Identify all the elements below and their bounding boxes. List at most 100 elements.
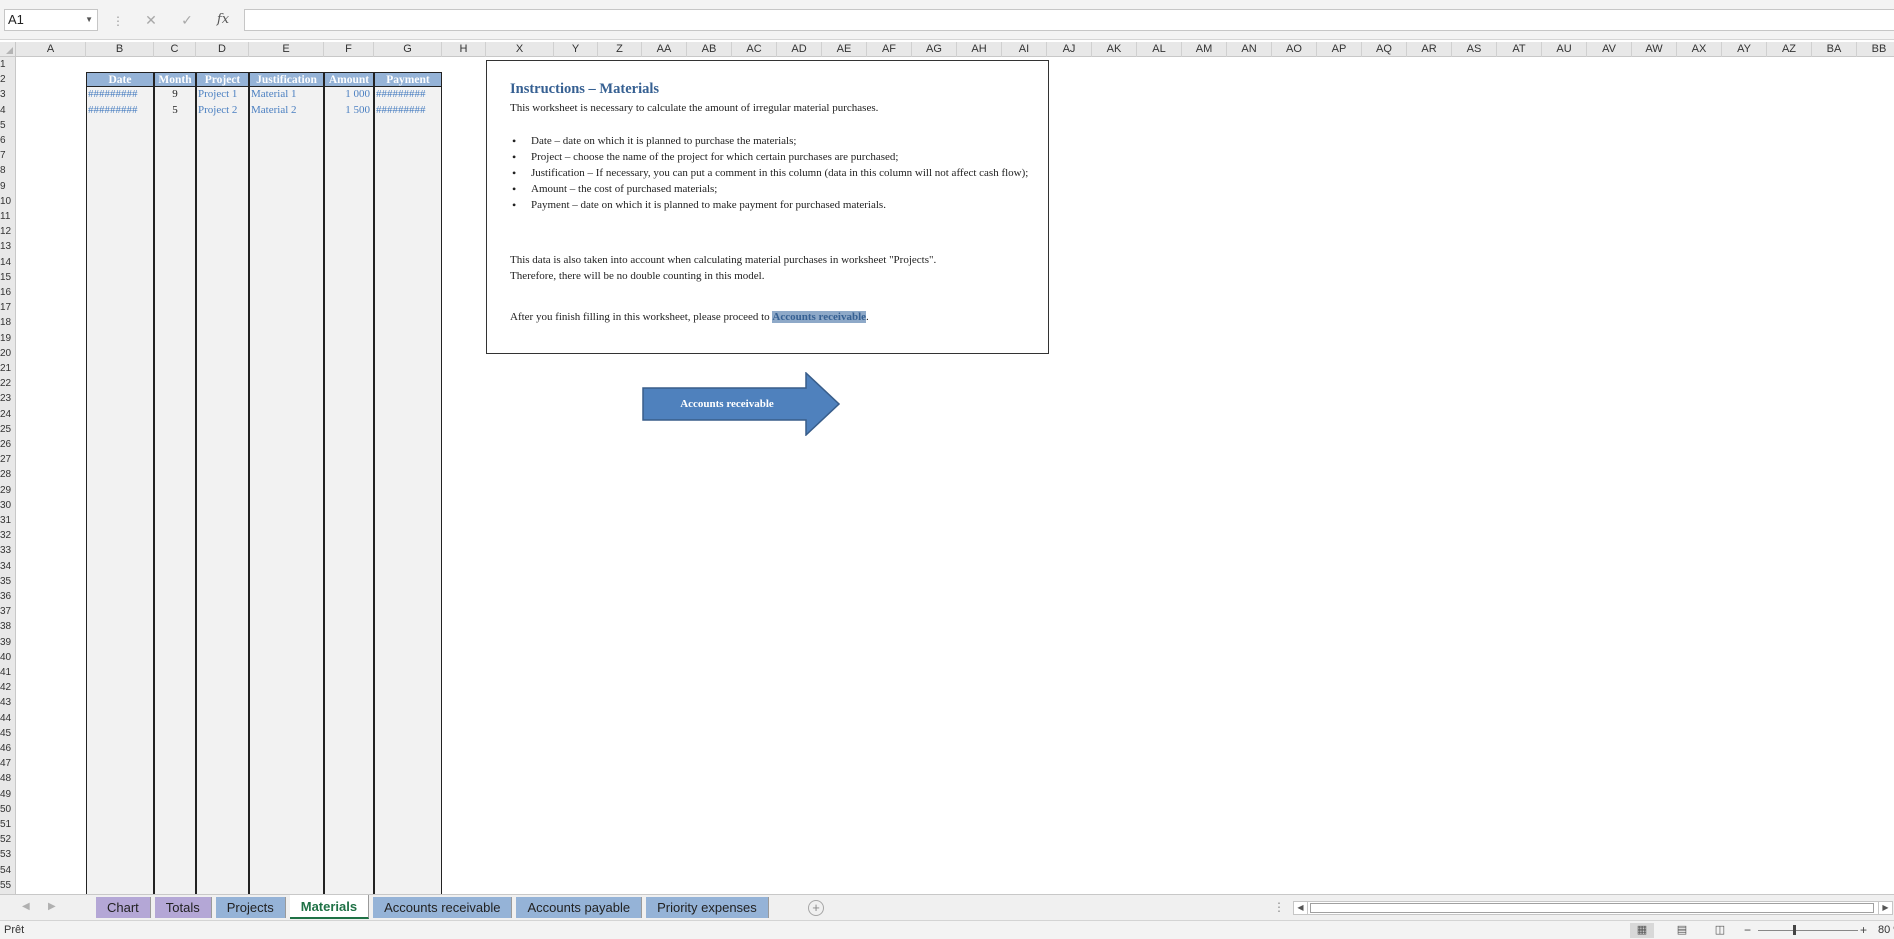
tab-accounts-payable[interactable]: Accounts payable	[516, 897, 643, 918]
row-header[interactable]: 11	[0, 209, 16, 224]
table-cell-date[interactable]: #########	[88, 103, 152, 118]
column-header[interactable]: Z	[598, 42, 642, 57]
column-header[interactable]: BB	[1857, 42, 1894, 57]
row-header[interactable]: 54	[0, 863, 16, 878]
column-header[interactable]: AL	[1137, 42, 1182, 57]
row-header[interactable]: 19	[0, 331, 16, 346]
row-header[interactable]: 23	[0, 391, 16, 406]
column-header[interactable]: C	[154, 42, 196, 57]
row-header[interactable]: 38	[0, 619, 16, 634]
row-header[interactable]: 17	[0, 300, 16, 315]
row-header[interactable]: 32	[0, 528, 16, 543]
row-header[interactable]: 24	[0, 407, 16, 422]
horizontal-scrollbar[interactable]: ◀ ▶	[1293, 901, 1893, 915]
add-sheet-icon[interactable]: +	[808, 900, 824, 916]
chevron-down-icon[interactable]: ▼	[85, 10, 93, 30]
row-header[interactable]: 43	[0, 695, 16, 710]
row-header[interactable]: 7	[0, 148, 16, 163]
table-cell-justification[interactable]: Material 2	[251, 103, 322, 118]
row-header[interactable]: 50	[0, 802, 16, 817]
accounts-receivable-arrow-button[interactable]: Accounts receivable	[642, 372, 840, 436]
column-header[interactable]: AE	[822, 42, 867, 57]
tab-materials[interactable]: Materials	[289, 895, 370, 919]
column-header[interactable]: A	[16, 42, 86, 57]
table-cell-project[interactable]: Project 2	[198, 103, 247, 118]
table-cell-date[interactable]: #########	[88, 87, 152, 102]
column-header[interactable]: AG	[912, 42, 957, 57]
row-header[interactable]: 21	[0, 361, 16, 376]
column-header[interactable]: E	[249, 42, 324, 57]
check-icon[interactable]: ✓	[174, 9, 200, 31]
tab-projects[interactable]: Projects	[215, 897, 286, 918]
row-header[interactable]: 45	[0, 726, 16, 741]
scroll-right-icon[interactable]: ▶	[1878, 902, 1892, 914]
row-header[interactable]: 16	[0, 285, 16, 300]
row-header[interactable]: 8	[0, 163, 16, 178]
row-header[interactable]: 30	[0, 498, 16, 513]
zoom-level[interactable]: 80 %	[1878, 924, 1894, 936]
tab-chart[interactable]: Chart	[96, 897, 151, 918]
column-header[interactable]: AX	[1677, 42, 1722, 57]
row-header[interactable]: 20	[0, 346, 16, 361]
tab-scroll-right-icon[interactable]: ▶	[48, 901, 56, 912]
table-cell-payment[interactable]: #########	[376, 103, 440, 118]
name-box[interactable]: A1 ▼	[4, 9, 98, 31]
select-all-button[interactable]	[0, 42, 16, 57]
column-header[interactable]: AH	[957, 42, 1002, 57]
column-header[interactable]: AD	[777, 42, 822, 57]
row-header[interactable]: 44	[0, 711, 16, 726]
row-header[interactable]: 28	[0, 467, 16, 482]
row-header[interactable]: 53	[0, 847, 16, 862]
tab-totals[interactable]: Totals	[154, 897, 212, 918]
row-header[interactable]: 35	[0, 574, 16, 589]
zoom-in-icon[interactable]: +	[1860, 923, 1867, 937]
page-break-view-icon[interactable]: ◫	[1708, 923, 1732, 938]
row-header[interactable]: 31	[0, 513, 16, 528]
row-header[interactable]: 27	[0, 452, 16, 467]
column-header[interactable]: AM	[1182, 42, 1227, 57]
table-cell-project[interactable]: Project 1	[198, 87, 247, 102]
row-header[interactable]: 33	[0, 543, 16, 558]
column-header[interactable]: AS	[1452, 42, 1497, 57]
column-header[interactable]: AK	[1092, 42, 1137, 57]
row-header[interactable]: 25	[0, 422, 16, 437]
column-header[interactable]: G	[374, 42, 442, 57]
table-cell-amount[interactable]: 1 000	[326, 87, 372, 102]
zoom-slider-thumb[interactable]	[1793, 925, 1796, 935]
more-options-icon[interactable]: ⋮	[1273, 900, 1285, 914]
row-header[interactable]: 9	[0, 179, 16, 194]
row-header[interactable]: 51	[0, 817, 16, 832]
column-header[interactable]: AF	[867, 42, 912, 57]
column-header[interactable]: AV	[1587, 42, 1632, 57]
insert-function-icon[interactable]: fx	[210, 9, 236, 31]
row-header[interactable]: 39	[0, 635, 16, 650]
row-header[interactable]: 10	[0, 194, 16, 209]
page-layout-view-icon[interactable]: ▤	[1670, 923, 1694, 938]
column-header[interactable]: AA	[642, 42, 687, 57]
row-header[interactable]: 42	[0, 680, 16, 695]
row-header[interactable]: 37	[0, 604, 16, 619]
tab-priority-expenses[interactable]: Priority expenses	[646, 897, 769, 918]
row-header[interactable]: 2	[0, 72, 16, 87]
tab-scroll-left-icon[interactable]: ◀	[22, 901, 30, 912]
column-header[interactable]: AJ	[1047, 42, 1092, 57]
column-header[interactable]: D	[196, 42, 249, 57]
row-header[interactable]: 41	[0, 665, 16, 680]
row-header[interactable]: 34	[0, 559, 16, 574]
row-header[interactable]: 40	[0, 650, 16, 665]
table-cell-month[interactable]: 9	[156, 87, 194, 102]
column-header[interactable]: AW	[1632, 42, 1677, 57]
table-header-justification[interactable]: Justification	[249, 72, 324, 88]
column-header[interactable]: AP	[1317, 42, 1362, 57]
more-options-icon[interactable]: ⋮	[112, 14, 124, 28]
table-header-amount[interactable]: Amount	[324, 72, 374, 88]
row-header[interactable]: 46	[0, 741, 16, 756]
column-header[interactable]: X	[486, 42, 554, 57]
row-header[interactable]: 5	[0, 118, 16, 133]
row-header[interactable]: 4	[0, 103, 16, 118]
formula-input[interactable]	[244, 9, 1894, 31]
scrollbar-thumb[interactable]	[1310, 903, 1874, 913]
row-header[interactable]: 52	[0, 832, 16, 847]
column-header[interactable]: AI	[1002, 42, 1047, 57]
row-header[interactable]: 29	[0, 483, 16, 498]
